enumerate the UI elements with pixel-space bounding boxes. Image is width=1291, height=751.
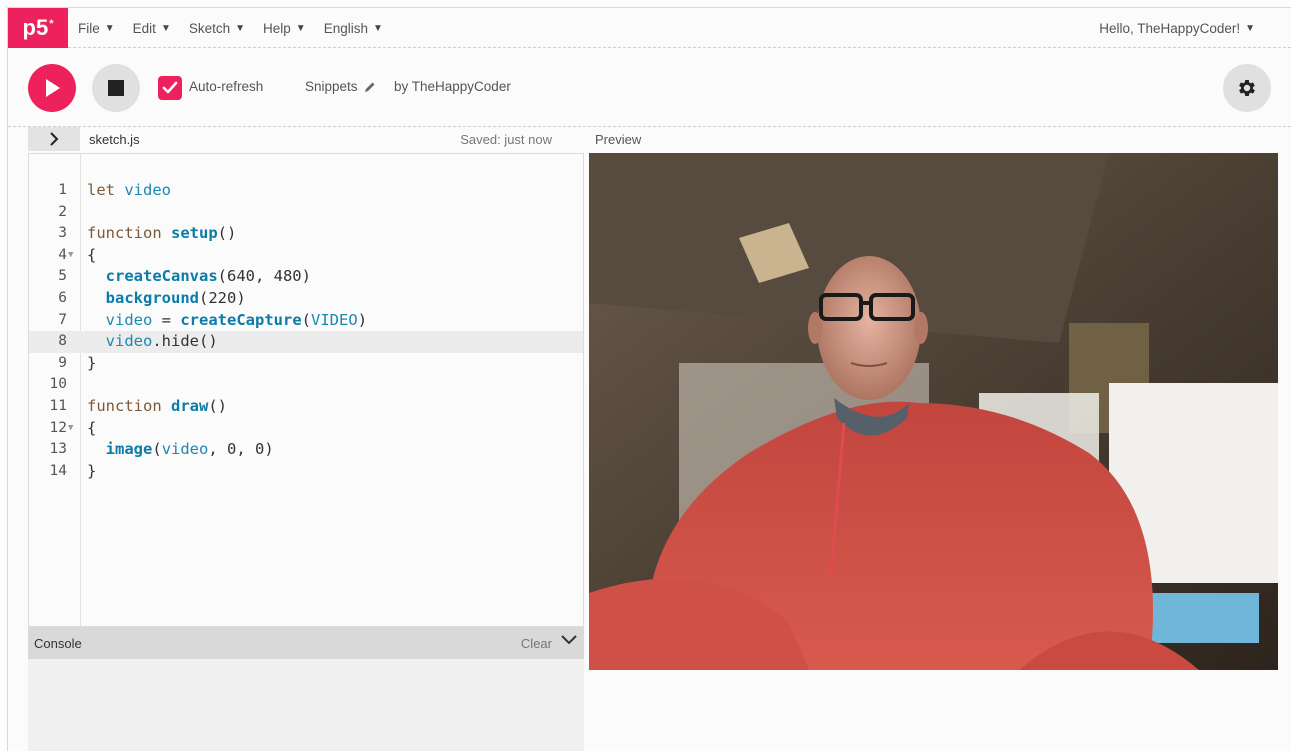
menu-sketch-label: Sketch (188, 20, 231, 36)
code-line[interactable]: 4 ▼ { (29, 245, 583, 267)
caret-down-icon: ▼ (235, 22, 246, 34)
auto-refresh-checkbox[interactable] (158, 76, 182, 100)
check-icon (162, 81, 178, 94)
console-title: Console (34, 636, 82, 651)
console-clear-button[interactable]: Clear (521, 636, 552, 651)
line-number: 7 (58, 311, 67, 328)
caret-down-icon: ▼ (104, 22, 115, 34)
settings-button[interactable] (1223, 64, 1271, 112)
code-line[interactable]: 7 video = createCapture(VIDEO) (29, 310, 583, 332)
line-number: 14 (49, 462, 67, 479)
menu-file-label: File (78, 20, 100, 36)
app-window: p5 * File ▼ Edit ▼ Sketch ▼ Help ▼ English ▼ H… (7, 7, 1291, 751)
saved-status: Saved: just now (460, 132, 552, 147)
top-nav: p5 * File ▼ Edit ▼ Sketch ▼ Help ▼ English ▼ H… (8, 8, 1291, 48)
line-number: 1 (58, 182, 67, 198)
menu-language-label: English (323, 20, 368, 36)
menu-language[interactable]: English ▼ (324, 21, 383, 36)
code-line[interactable]: 2 (29, 202, 583, 224)
sidebar-toggle-button[interactable] (28, 127, 80, 151)
code-text: video = createCapture(VIDEO) (105, 310, 368, 329)
code-line[interactable]: 6 background(220) (29, 288, 583, 310)
code-line[interactable]: 12 ▼ { (29, 418, 583, 440)
line-number: 10 (49, 376, 67, 393)
menu-bar: File ▼ Edit ▼ Sketch ▼ Help ▼ English ▼ (78, 8, 401, 48)
code-line[interactable]: 9} (29, 353, 583, 375)
preview-title: Preview (595, 132, 642, 147)
code-lines[interactable]: 1 let video 2 3 function setup() 4 ▼{5 createC… (29, 180, 583, 482)
editor-header: sketch.js Saved: just now (28, 127, 584, 153)
menu-help[interactable]: Help ▼ (263, 21, 306, 36)
code-text: let video (87, 181, 172, 199)
user-menu[interactable]: Hello, TheHappyCoder! ▼ (1099, 8, 1255, 48)
stop-button[interactable] (92, 64, 140, 112)
caret-down-icon: ▼ (295, 22, 306, 34)
pencil-icon[interactable] (364, 81, 376, 93)
code-text: } (87, 353, 97, 372)
line-number: 3 (58, 225, 67, 242)
sketch-owner[interactable]: by TheHappyCoder (394, 79, 511, 94)
chevron-right-icon (50, 132, 59, 146)
code-text: image(video, 0, 0) (105, 440, 274, 459)
chevron-down-icon[interactable] (560, 633, 578, 647)
menu-help-label: Help (263, 20, 291, 36)
line-number: 2 (58, 203, 67, 220)
line-number: 6 (58, 289, 67, 306)
code-line[interactable]: 13 image(video, 0, 0) (29, 439, 583, 461)
code-line[interactable]: 5 createCanvas(640, 480) (29, 266, 583, 288)
console-output (28, 659, 584, 751)
caret-down-icon: ▼ (160, 22, 171, 34)
preview-canvas[interactable] (589, 153, 1278, 670)
sketch-name[interactable]: Snippets (305, 79, 376, 94)
menu-edit-label: Edit (132, 20, 156, 36)
stop-icon (108, 80, 124, 96)
code-text: video.hide() (105, 332, 218, 351)
line-number: 4 (58, 246, 67, 263)
line-number: 13 (49, 441, 67, 458)
code-editor[interactable]: 1 let video 2 3 function setup() 4 ▼{5 createC… (28, 153, 584, 627)
p5-logo[interactable]: p5 * (8, 8, 68, 48)
line-number: 9 (58, 354, 67, 371)
file-name: sketch.js (89, 132, 140, 147)
code-line[interactable]: 3 function setup() (29, 223, 583, 245)
logo-asterisk: * (49, 18, 54, 30)
logo-text: p5 (22, 15, 49, 40)
code-text: createCanvas(640, 480) (105, 267, 311, 286)
code-text: function draw() (87, 396, 227, 415)
code-line[interactable]: 10 (29, 374, 583, 396)
auto-refresh-label[interactable]: Auto-refresh (189, 79, 263, 94)
gear-icon (1239, 80, 1255, 96)
code-text: { (87, 245, 97, 264)
webcam-video-frame (589, 153, 1278, 670)
code-line[interactable]: 8 video.hide() (29, 331, 583, 353)
menu-file[interactable]: File ▼ (78, 21, 115, 36)
line-number: 12 (49, 419, 67, 436)
fold-arrow-icon[interactable]: ▼ (68, 418, 73, 440)
play-icon (46, 79, 60, 97)
line-number: 11 (49, 397, 67, 414)
code-text: background(220) (105, 288, 246, 307)
code-line[interactable]: 14} (29, 461, 583, 483)
code-line[interactable]: 1 let video (29, 180, 583, 202)
play-button[interactable] (28, 64, 76, 112)
code-text: } (87, 461, 97, 480)
sketch-name-label: Snippets (305, 79, 358, 94)
fold-arrow-icon[interactable]: ▼ (68, 245, 73, 267)
code-text: function setup() (87, 224, 237, 243)
menu-edit[interactable]: Edit ▼ (133, 21, 171, 36)
code-text: { (87, 418, 97, 437)
caret-down-icon: ▼ (1245, 22, 1255, 34)
user-greeting: Hello, TheHappyCoder! (1099, 20, 1241, 36)
code-line[interactable]: 11 function draw() (29, 396, 583, 418)
toolbar: Auto-refresh Snippets by TheHappyCoder (8, 49, 1291, 127)
line-number: 5 (58, 268, 67, 285)
caret-down-icon: ▼ (372, 22, 383, 34)
menu-sketch[interactable]: Sketch ▼ (189, 21, 245, 36)
line-number: 8 (58, 333, 67, 350)
console-header: Console Clear (28, 627, 584, 659)
